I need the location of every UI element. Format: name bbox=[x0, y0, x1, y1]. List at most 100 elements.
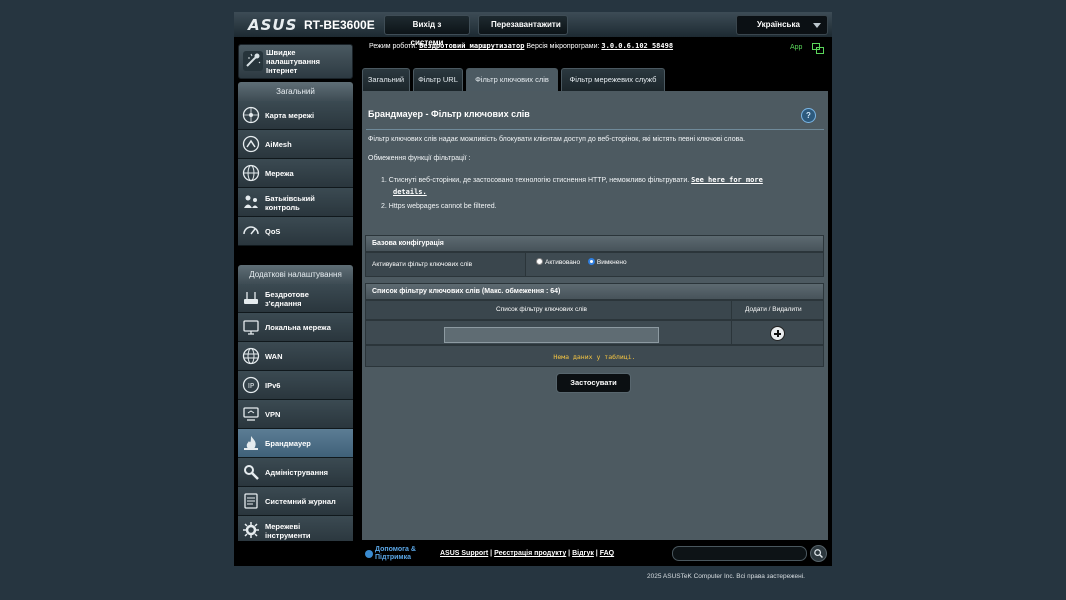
firmware-version-link[interactable]: 3.0.0.6.102_58498 bbox=[601, 42, 673, 50]
copyright-text: 2025 ASUSTeK Computer Inc. Всі права зас… bbox=[647, 573, 805, 580]
administration-icon bbox=[244, 465, 259, 480]
page-title: Брандмауер - Фільтр ключових слів bbox=[368, 109, 530, 119]
sidebar-item-ipv6[interactable]: IP IPv6 bbox=[238, 371, 353, 400]
router-admin-frame: ASUS RT-BE3600E Вихід з системи Перезава… bbox=[234, 12, 832, 566]
help-support-line2: Підтримка bbox=[375, 554, 412, 561]
firewall-flame-icon bbox=[244, 436, 258, 450]
title-divider bbox=[366, 129, 824, 130]
search-icon[interactable] bbox=[810, 545, 827, 562]
apply-button[interactable]: Застосувати bbox=[556, 373, 631, 393]
tab-url-filter[interactable]: Фільтр URL bbox=[413, 68, 463, 91]
keyword-input-row bbox=[365, 320, 824, 345]
search-input[interactable] bbox=[672, 546, 807, 561]
vpn-icon bbox=[243, 407, 259, 421]
radio-disabled-label: Вимкнено bbox=[596, 259, 627, 267]
language-value: Українська bbox=[757, 20, 800, 29]
sidebar-item-wan[interactable]: WAN bbox=[238, 342, 353, 371]
keyword-input[interactable] bbox=[444, 327, 659, 343]
tab-general[interactable]: Загальний bbox=[362, 68, 410, 91]
limitation-item-1: 1. Стиснуті веб-сторінки, де застосовано… bbox=[381, 176, 763, 184]
sidebar-item-label: QoS bbox=[265, 227, 281, 236]
content-panel: Брандмауер - Фільтр ключових слів ? Філь… bbox=[362, 91, 828, 540]
add-keyword-button[interactable] bbox=[770, 326, 785, 341]
enable-filter-label: Активувати фільтр ключових слів bbox=[372, 261, 473, 268]
wan-globe-icon bbox=[242, 347, 260, 365]
asus-logo: ASUS bbox=[248, 16, 298, 34]
sidebar-item-label: Брандмауер bbox=[265, 439, 311, 448]
sidebar-item-label: Батьківський контроль bbox=[265, 194, 315, 212]
help-icon[interactable]: ? bbox=[801, 108, 816, 123]
mode-prefix: Режим роботи: bbox=[369, 43, 418, 50]
help-support-link[interactable]: Допомога & Підтримка bbox=[375, 546, 416, 562]
parental-control-icon bbox=[244, 195, 258, 208]
tab-network-service-filter[interactable]: Фільтр мережевих служб bbox=[561, 68, 665, 91]
sidebar-item-label: Бездротове з'єднання bbox=[265, 290, 309, 308]
sidebar-item-qos[interactable]: QoS bbox=[238, 217, 353, 246]
sidebar-item-wireless[interactable]: Бездротове з'єднання bbox=[238, 284, 353, 313]
sidebar-item-system-log[interactable]: Системний журнал bbox=[238, 487, 353, 516]
network-map-icon bbox=[242, 106, 260, 124]
see-more-details-link-cont[interactable]: details. bbox=[393, 188, 427, 196]
model-name: RT-BE3600E bbox=[304, 18, 375, 32]
sidebar-item-vpn[interactable]: VPN bbox=[238, 400, 353, 429]
reboot-button[interactable]: Перезавантажити bbox=[478, 15, 568, 35]
sidebar-item-parental-control[interactable]: Батьківський контроль bbox=[238, 188, 353, 217]
advanced-section-heading: Додаткові налаштування bbox=[238, 265, 353, 284]
keyword-list-heading: Список фільтру ключових слів (Макс. обме… bbox=[365, 283, 824, 300]
aimesh-icon bbox=[242, 135, 260, 153]
operation-mode-link[interactable]: Бездротовий маршрутизатор bbox=[419, 42, 524, 50]
quick-setup-wand-icon bbox=[243, 51, 263, 71]
wireless-icon bbox=[244, 292, 258, 304]
logout-button[interactable]: Вихід з системи bbox=[384, 15, 470, 47]
product-registration-link[interactable]: Реєстрація продукту bbox=[494, 550, 566, 557]
empty-table-text: Нема даних у таблиці. bbox=[553, 353, 636, 361]
limitation-item-1-cont: details. bbox=[393, 188, 427, 196]
general-section-heading: Загальний bbox=[238, 82, 353, 101]
sidebar-item-aimesh[interactable]: AiMesh bbox=[238, 130, 353, 159]
add-delete-column-header: Додати / Видалити bbox=[745, 306, 802, 313]
radio-enabled[interactable] bbox=[536, 258, 543, 265]
asus-support-link[interactable]: ASUS Support bbox=[440, 550, 488, 557]
enable-filter-row: Активувати фільтр ключових слів Активова… bbox=[365, 252, 824, 277]
sidebar-item-lan[interactable]: Локальна мережа bbox=[238, 313, 353, 342]
chevron-down-icon bbox=[813, 23, 821, 28]
keyword-list-columns: Список фільтру ключових слів Додати / Ви… bbox=[365, 300, 824, 320]
ipv6-icon: IP bbox=[242, 376, 260, 394]
top-bar: ASUS RT-BE3600E Вихід з системи Перезава… bbox=[234, 12, 832, 47]
sidebar-item-administration[interactable]: Адміністрування bbox=[238, 458, 353, 487]
sidebar-item-network[interactable]: Мережа bbox=[238, 159, 353, 188]
system-log-icon bbox=[244, 493, 258, 509]
status-line: Режим роботи: Бездротовий маршрутизатор … bbox=[369, 42, 673, 50]
quick-internet-setup-button[interactable]: Швидке налаштування Інтернет bbox=[238, 44, 353, 79]
sidebar-item-label: Карта мережі bbox=[265, 111, 315, 120]
language-select[interactable]: Українська bbox=[736, 15, 828, 35]
sidebar-item-network-map[interactable]: Карта мережі bbox=[238, 101, 353, 130]
lan-icon bbox=[243, 320, 259, 335]
radio-disabled[interactable] bbox=[587, 258, 595, 265]
firmware-prefix: Версія мікропрограми: bbox=[526, 43, 600, 50]
help-support-icon[interactable] bbox=[365, 550, 373, 558]
see-more-details-link[interactable]: See here for more bbox=[691, 176, 763, 184]
keyword-list-empty-row: Нема даних у таблиці. bbox=[365, 345, 824, 367]
sidebar-item-label: Адміністрування bbox=[265, 468, 329, 477]
quick-internet-setup-label: Швидке налаштування Інтернет bbox=[266, 48, 321, 75]
tab-keyword-filter[interactable]: Фільтр ключових слів bbox=[466, 68, 558, 91]
network-tools-icon bbox=[243, 522, 259, 538]
footer-links: ASUS Support | Реєстрація продукту | Від… bbox=[440, 550, 615, 557]
sidebar-item-label: IPv6 bbox=[265, 381, 281, 390]
sidebar-item-label: WAN bbox=[265, 352, 283, 361]
app-label[interactable]: App bbox=[790, 44, 802, 51]
basic-config-heading: Базова конфігурація bbox=[365, 235, 824, 252]
faq-link[interactable]: FAQ bbox=[600, 550, 614, 557]
sidebar-item-firewall[interactable]: Брандмауер bbox=[238, 429, 353, 458]
footer: Допомога & Підтримка ASUS Support | Реєс… bbox=[234, 541, 832, 566]
sidebar-item-label: VPN bbox=[265, 410, 281, 419]
description-text: Фільтр ключових слів надає можливість бл… bbox=[368, 136, 746, 143]
sidebar-item-label: Локальна мережа bbox=[265, 323, 331, 332]
sidebar-item-label: AiMesh bbox=[265, 140, 292, 149]
svg-text:IP: IP bbox=[248, 382, 254, 390]
limitation-item-2: 2. Https webpages cannot be filtered. bbox=[381, 203, 497, 210]
app-link-icon[interactable] bbox=[812, 43, 824, 54]
feedback-link[interactable]: Відгук bbox=[572, 550, 594, 557]
radio-enabled-label: Активовано bbox=[545, 259, 581, 267]
